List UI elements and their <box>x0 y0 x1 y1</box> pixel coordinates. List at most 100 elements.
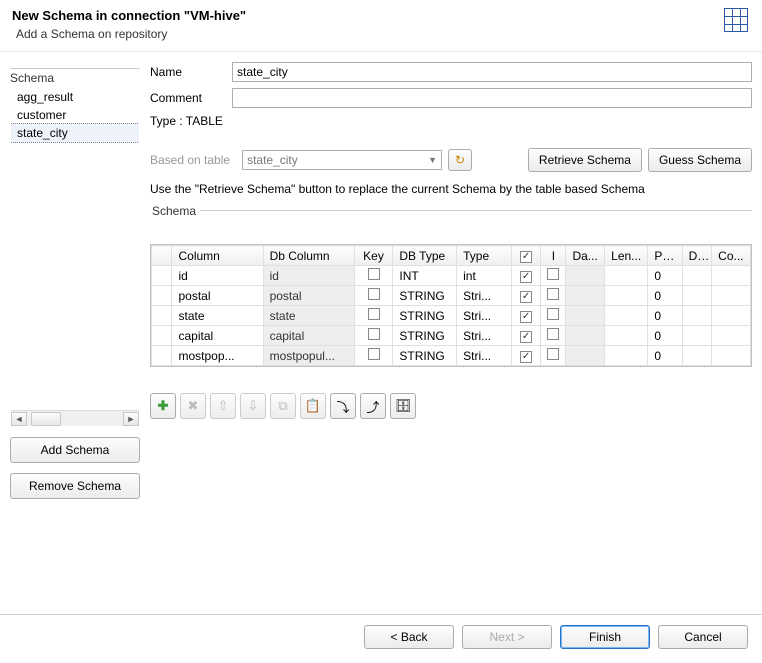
table-cell[interactable]: 0 <box>648 326 682 346</box>
table-cell[interactable]: postal <box>172 286 263 306</box>
table-cell[interactable]: STRING <box>393 326 457 346</box>
table-cell[interactable] <box>712 326 751 346</box>
grid-header[interactable]: Co... <box>712 246 751 266</box>
table-cell[interactable] <box>605 326 648 346</box>
table-cell[interactable] <box>566 266 605 286</box>
table-cell[interactable] <box>541 286 566 306</box>
schema-list[interactable]: agg_resultcustomerstate_city ◄ ► <box>10 87 140 427</box>
back-button[interactable]: < Back <box>364 625 454 649</box>
export-button[interactable]: ⤴ <box>360 393 386 419</box>
sidebar-item-agg_result[interactable]: agg_result <box>11 88 139 106</box>
grid-header[interactable]: D... <box>682 246 712 266</box>
grid-header[interactable] <box>511 246 541 266</box>
table-cell[interactable] <box>541 326 566 346</box>
table-cell[interactable] <box>566 286 605 306</box>
table-cell[interactable] <box>354 266 393 286</box>
grid-header[interactable]: Da... <box>566 246 605 266</box>
table-cell[interactable] <box>712 346 751 366</box>
table-cell[interactable] <box>682 346 712 366</box>
table-cell[interactable] <box>605 306 648 326</box>
table-cell[interactable]: int <box>457 266 512 286</box>
table-cell[interactable]: Stri... <box>457 346 512 366</box>
grid-header[interactable]: Key <box>354 246 393 266</box>
table-cell[interactable]: Stri... <box>457 306 512 326</box>
remove-schema-button[interactable]: Remove Schema <box>10 473 140 499</box>
table-cell[interactable] <box>605 346 648 366</box>
table-cell[interactable] <box>682 326 712 346</box>
guess-schema-button[interactable]: Guess Schema <box>648 148 752 172</box>
table-cell[interactable]: state <box>263 306 354 326</box>
table-cell[interactable]: id <box>263 266 354 286</box>
table-cell[interactable]: 0 <box>648 266 682 286</box>
table-cell[interactable] <box>541 306 566 326</box>
table-cell[interactable]: id <box>172 266 263 286</box>
finish-button[interactable]: Finish <box>560 625 650 649</box>
scroll-thumb[interactable] <box>31 412 61 426</box>
checkbox-icon[interactable] <box>547 288 559 300</box>
checkbox-icon[interactable] <box>368 348 380 360</box>
table-cell[interactable]: capital <box>172 326 263 346</box>
checkbox-icon[interactable] <box>547 348 559 360</box>
table-cell[interactable] <box>566 346 605 366</box>
table-cell[interactable] <box>712 306 751 326</box>
table-cell[interactable] <box>682 306 712 326</box>
import-button[interactable]: ⤵ <box>330 393 356 419</box>
table-cell[interactable] <box>511 326 541 346</box>
refresh-button[interactable]: ↻ <box>448 149 472 171</box>
checkbox-icon[interactable] <box>547 308 559 320</box>
grid-header[interactable]: DB Type <box>393 246 457 266</box>
table-row[interactable]: postalpostalSTRINGStri...0 <box>152 286 751 306</box>
table-cell[interactable] <box>541 346 566 366</box>
cancel-button[interactable]: Cancel <box>658 625 748 649</box>
table-cell[interactable]: state <box>172 306 263 326</box>
scroll-left-icon[interactable]: ◄ <box>11 412 27 426</box>
table-cell[interactable] <box>152 326 172 346</box>
table-cell[interactable] <box>541 266 566 286</box>
grid-header[interactable]: Pr... <box>648 246 682 266</box>
table-cell[interactable]: STRING <box>393 306 457 326</box>
table-cell[interactable] <box>152 346 172 366</box>
checkbox-icon[interactable] <box>520 311 532 323</box>
checkbox-icon[interactable] <box>368 308 380 320</box>
checkbox-icon[interactable] <box>547 268 559 280</box>
table-cell[interactable] <box>605 266 648 286</box>
table-cell[interactable]: INT <box>393 266 457 286</box>
checkbox-icon[interactable] <box>368 268 380 280</box>
grid-header[interactable]: Column <box>172 246 263 266</box>
table-cell[interactable]: 0 <box>648 346 682 366</box>
table-cell[interactable] <box>712 266 751 286</box>
checkbox-icon[interactable] <box>520 291 532 303</box>
table-cell[interactable] <box>511 306 541 326</box>
table-cell[interactable]: Stri... <box>457 326 512 346</box>
schema-list-scrollbar[interactable]: ◄ ► <box>11 410 139 426</box>
sidebar-item-state_city[interactable]: state_city <box>10 123 140 143</box>
scroll-right-icon[interactable]: ► <box>123 412 139 426</box>
comment-input[interactable] <box>232 88 752 108</box>
table-cell[interactable]: mostpop... <box>172 346 263 366</box>
table-cell[interactable]: Stri... <box>457 286 512 306</box>
grid-header[interactable]: I <box>541 246 566 266</box>
checkbox-icon[interactable] <box>368 328 380 340</box>
grid-header[interactable] <box>152 246 172 266</box>
table-cell[interactable] <box>566 306 605 326</box>
table-cell[interactable] <box>354 326 393 346</box>
checkbox-icon[interactable] <box>547 328 559 340</box>
table-row[interactable]: idid INTint 0 <box>152 266 751 286</box>
table-cell[interactable] <box>152 286 172 306</box>
table-cell[interactable]: postal <box>263 286 354 306</box>
checkbox-icon[interactable] <box>520 271 532 283</box>
table-cell[interactable] <box>152 306 172 326</box>
table-cell[interactable] <box>682 266 712 286</box>
based-on-combo[interactable]: state_city ▼ <box>242 150 442 170</box>
grid-header[interactable]: Len... <box>605 246 648 266</box>
grid-header[interactable]: Type <box>457 246 512 266</box>
table-cell[interactable] <box>605 286 648 306</box>
db-button[interactable]: 🗄 <box>390 393 416 419</box>
add-button[interactable]: ✚ <box>150 393 176 419</box>
checkbox-icon[interactable] <box>520 351 532 363</box>
grid-header[interactable]: Db Column <box>263 246 354 266</box>
table-cell[interactable]: STRING <box>393 346 457 366</box>
table-cell[interactable] <box>682 286 712 306</box>
table-cell[interactable] <box>712 286 751 306</box>
schema-grid[interactable]: ColumnDb ColumnKeyDB TypeType IDa...Len..… <box>150 244 752 367</box>
